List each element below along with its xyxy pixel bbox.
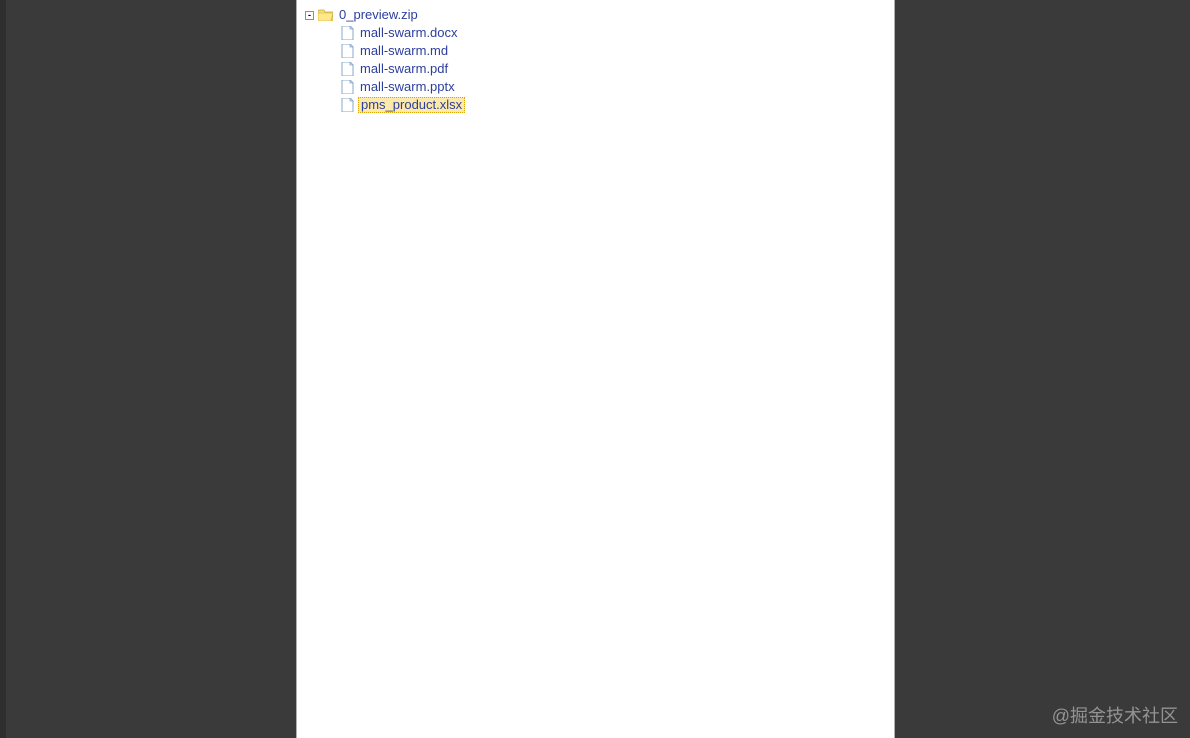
watermark: @掘金技术社区 <box>1052 702 1178 728</box>
file-icon <box>341 62 354 76</box>
file-tree-panel: - 0_preview.zip mall-swarm.docx mall-swa… <box>296 0 895 738</box>
tree-item-label[interactable]: mall-swarm.md <box>358 42 450 60</box>
tree-item-docx[interactable]: mall-swarm.docx <box>305 24 894 42</box>
tree-item-pdf[interactable]: mall-swarm.pdf <box>305 60 894 78</box>
file-icon <box>341 98 354 112</box>
tree-item-label[interactable]: pms_product.xlsx <box>358 97 465 113</box>
tree-item-label[interactable]: mall-swarm.docx <box>358 24 460 42</box>
file-icon <box>341 44 354 58</box>
tree-item-xlsx[interactable]: pms_product.xlsx <box>305 96 894 114</box>
tree-item-label[interactable]: mall-swarm.pdf <box>358 60 450 78</box>
file-icon <box>341 80 354 94</box>
left-strip <box>0 0 6 738</box>
folder-icon <box>318 9 333 21</box>
tree-item-label[interactable]: mall-swarm.pptx <box>358 78 457 96</box>
tree-root-node[interactable]: - 0_preview.zip <box>305 6 894 24</box>
tree-root-label[interactable]: 0_preview.zip <box>337 6 420 24</box>
collapse-icon[interactable]: - <box>305 11 314 20</box>
file-icon <box>341 26 354 40</box>
tree-item-md[interactable]: mall-swarm.md <box>305 42 894 60</box>
tree-item-pptx[interactable]: mall-swarm.pptx <box>305 78 894 96</box>
